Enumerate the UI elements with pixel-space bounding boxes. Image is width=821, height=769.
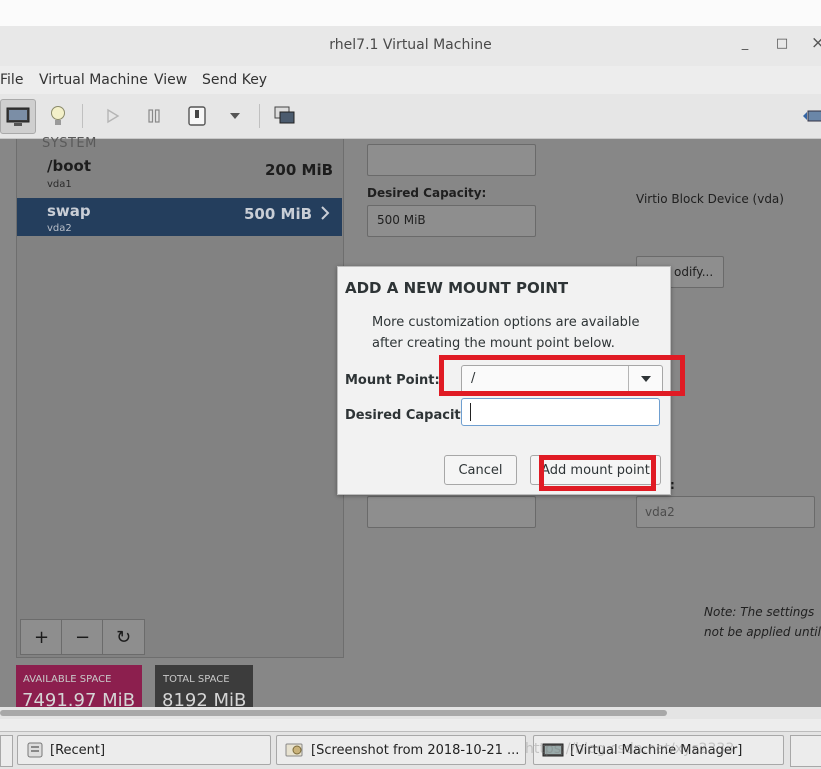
section-label: SYSTEM — [42, 136, 97, 151]
taskbar-item-screenshot[interactable]: [Screenshot from 2018-10-21 ... — [276, 735, 526, 765]
desired-capacity-label: Desired Capacity: — [367, 186, 487, 200]
toolbar-separator — [82, 104, 83, 128]
annotation-highlight-mount-point — [439, 355, 685, 396]
pause-icon — [148, 108, 160, 123]
device-description: Virtio Block Device (vda) — [636, 192, 784, 206]
chevron-right-icon — [321, 206, 330, 220]
chevron-down-icon — [230, 112, 240, 119]
shutdown-menu-button[interactable] — [218, 99, 252, 132]
fullscreen-button[interactable] — [796, 99, 821, 132]
dialog-description: More customization options are available… — [372, 315, 640, 351]
dialog-title: ADD A NEW MOUNT POINT — [345, 279, 569, 297]
cancel-button[interactable]: Cancel — [444, 455, 517, 485]
partition-name: swap — [47, 202, 91, 220]
image-viewer-icon — [285, 743, 303, 757]
file-manager-icon — [27, 742, 43, 758]
fullscreen-icon — [803, 110, 821, 121]
name-value: vda2 — [645, 505, 675, 519]
watermark: https://blog.csdn.net/xys2333 — [525, 741, 735, 757]
modify-button-label: odify... — [674, 265, 714, 279]
partition-size: 500 MiB — [244, 205, 313, 223]
text-cursor — [470, 403, 471, 421]
mount-point-label: Mount Point: — [345, 373, 440, 388]
annotation-highlight-add-button — [539, 455, 656, 491]
available-space-label: AVAILABLE SPACE — [23, 674, 112, 685]
refresh-button[interactable]: ↻ — [102, 619, 145, 655]
console-button[interactable] — [0, 99, 36, 134]
desktop-top-strip — [0, 0, 821, 27]
run-button[interactable] — [95, 99, 129, 132]
taskbar-item-recent[interactable]: [Recent] — [17, 735, 271, 765]
remove-partition-button[interactable]: − — [61, 619, 104, 655]
add-partition-button[interactable]: + — [20, 619, 63, 655]
menu-view[interactable]: View — [154, 72, 187, 88]
shutdown-icon — [188, 105, 206, 126]
snapshots-icon — [274, 106, 295, 123]
total-space-label: TOTAL SPACE — [163, 674, 230, 685]
close-button[interactable]: × — [808, 33, 821, 53]
desired-capacity-label: Desired Capacity: — [345, 408, 475, 423]
menu-send-key[interactable]: Send Key — [202, 72, 267, 88]
pause-button[interactable] — [137, 99, 171, 132]
mount-point-field[interactable] — [367, 144, 536, 176]
menu-virtual-machine[interactable]: Virtual Machine — [39, 72, 148, 88]
menu-file[interactable]: File — [0, 72, 23, 88]
toolbar-separator — [259, 104, 260, 128]
label-field[interactable] — [367, 496, 536, 528]
note-text: Note: The settings — [704, 605, 815, 619]
taskbar-item-partial[interactable] — [790, 735, 821, 767]
partition-device: vda1 — [47, 179, 72, 190]
partition-device: vda2 — [47, 223, 72, 234]
console-icon — [6, 107, 30, 126]
lightbulb-icon — [51, 105, 65, 125]
minimize-button[interactable]: _ — [735, 36, 755, 51]
run-icon — [107, 108, 120, 123]
maximize-button[interactable]: □ — [772, 36, 792, 51]
shutdown-button[interactable] — [180, 99, 214, 132]
scrollbar-thumb[interactable] — [0, 710, 667, 716]
desired-capacity-value: 500 MiB — [377, 213, 426, 227]
taskbar-item-label: [Recent] — [50, 742, 106, 758]
snapshots-button[interactable] — [268, 99, 302, 132]
window-title: rhel7.1 Virtual Machine — [329, 37, 492, 53]
note-text: not be applied until — [704, 625, 821, 639]
taskbar-item-label: [Screenshot from 2018-10-21 ... — [311, 742, 520, 758]
partition-size: 200 MiB — [265, 161, 334, 179]
partition-name: /boot — [47, 157, 91, 175]
taskbar-item-partial[interactable] — [0, 735, 13, 767]
desired-capacity-input[interactable] — [461, 398, 660, 426]
details-button[interactable] — [41, 99, 75, 132]
